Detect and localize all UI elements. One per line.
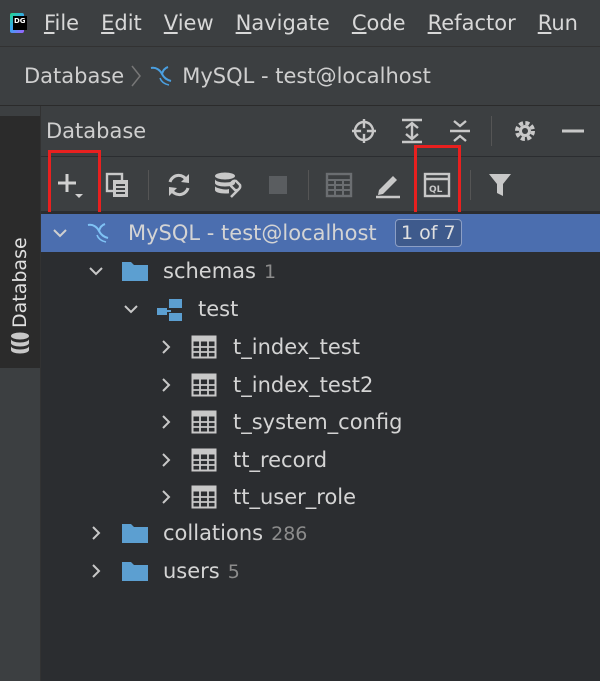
tool-window-header: Database xyxy=(41,106,600,156)
chevron-down-icon[interactable] xyxy=(124,302,138,316)
header-divider xyxy=(491,116,492,146)
tree-row-table[interactable]: t_index_test2 xyxy=(41,366,600,404)
tree-row-table[interactable]: t_system_config xyxy=(41,403,600,441)
tree-row-table[interactable]: tt_user_role xyxy=(41,478,600,516)
chevron-right-icon[interactable] xyxy=(159,377,173,392)
breadcrumb-current[interactable]: MySQL - test@localhost xyxy=(182,64,431,88)
refresh-icon xyxy=(168,173,190,197)
chevron-right-icon[interactable] xyxy=(89,526,103,540)
toolbar-separator xyxy=(148,170,149,200)
table-editor-button[interactable] xyxy=(322,168,356,202)
table-icon xyxy=(191,335,217,359)
menu-bar: DG File Edit View Navigate Code Refactor Run xyxy=(0,0,600,47)
tree-row-users[interactable]: users 5 xyxy=(41,552,600,590)
menu-item[interactable]: Refactor xyxy=(428,11,516,35)
chevron-down-icon[interactable] xyxy=(53,226,67,240)
chevron-down-icon[interactable] xyxy=(89,264,103,278)
collapse-all-icon[interactable] xyxy=(445,116,475,146)
breadcrumb: Database MySQL - test@localhost xyxy=(0,47,600,106)
breadcrumb-separator-icon xyxy=(131,65,142,87)
toolbar-separator xyxy=(308,170,309,200)
schema-test-label: test xyxy=(198,297,239,321)
tree-row-table[interactable]: tt_record xyxy=(41,441,600,479)
breadcrumb-root[interactable]: Database xyxy=(24,64,124,88)
table-icon xyxy=(191,410,217,434)
highlight-box-add xyxy=(48,150,101,217)
menu-item[interactable]: Run xyxy=(538,11,578,35)
table-label: t_index_test2 xyxy=(233,372,374,397)
tree-row-schema-test[interactable]: test xyxy=(41,290,600,328)
menu-item[interactable]: Code xyxy=(352,11,406,35)
menu-item[interactable]: View xyxy=(164,11,214,35)
table-icon xyxy=(191,448,217,471)
schema-properties-button[interactable] xyxy=(211,168,245,202)
mysql-dolphin-icon xyxy=(87,223,109,243)
table-label: t_index_test xyxy=(233,335,361,359)
chevron-right-icon[interactable] xyxy=(159,415,173,429)
database-tool-tab[interactable]: Database xyxy=(0,116,40,368)
menu-item[interactable]: Navigate xyxy=(236,11,330,35)
database-stack-icon xyxy=(11,332,29,354)
stop-icon xyxy=(269,176,287,194)
table-label: tt_record xyxy=(233,447,328,472)
gear-icon[interactable] xyxy=(510,116,540,146)
schema-icon xyxy=(157,299,182,321)
duplicate-button[interactable] xyxy=(101,168,135,202)
folder-icon xyxy=(122,562,148,581)
database-tab-label: Database xyxy=(9,237,31,328)
datasource-badge: 1 of 7 xyxy=(395,219,462,247)
edit-button[interactable] xyxy=(371,168,405,202)
mysql-dolphin-icon xyxy=(151,66,172,86)
database-tree: MySQL - test@localhost 1 of 7 schemas 1 t… xyxy=(41,212,600,681)
menu-item[interactable]: Edit xyxy=(101,11,142,35)
table-icon xyxy=(191,485,217,509)
left-tool-strip: Database xyxy=(0,106,41,681)
table-icon xyxy=(191,373,217,396)
locate-icon[interactable] xyxy=(349,116,379,146)
datagrip-logo-icon: DG xyxy=(10,13,27,33)
filter-button[interactable] xyxy=(483,168,517,202)
refresh-button[interactable] xyxy=(162,168,196,202)
menu-item[interactable]: File xyxy=(44,11,79,35)
chevron-right-icon[interactable] xyxy=(159,340,173,354)
table-label: t_system_config xyxy=(233,410,403,434)
folder-icon xyxy=(122,524,148,543)
tree-row-collations[interactable]: collations 286 xyxy=(41,514,600,552)
tree-row-table[interactable]: t_index_test xyxy=(41,328,600,366)
db-wrench-icon xyxy=(215,172,242,198)
chevron-right-icon[interactable] xyxy=(159,452,173,467)
tool-window-title: Database xyxy=(46,119,147,143)
collations-label: collations 286 xyxy=(163,521,308,545)
users-label: users 5 xyxy=(163,559,240,583)
pencil-icon xyxy=(376,176,400,199)
tree-row-datasource[interactable]: MySQL - test@localhost 1 of 7 xyxy=(41,214,600,252)
hide-icon[interactable] xyxy=(558,116,588,146)
schemas-label: schemas 1 xyxy=(163,259,277,283)
database-toolbar: QL xyxy=(41,145,600,217)
table-label: tt_user_role xyxy=(233,485,357,509)
filter-icon xyxy=(489,174,511,196)
tree-row-schemas[interactable]: schemas 1 xyxy=(41,252,600,290)
copy-icon xyxy=(105,172,128,197)
datasource-label: MySQL - test@localhost xyxy=(128,221,377,245)
chevron-right-icon[interactable] xyxy=(159,490,173,504)
stop-button[interactable] xyxy=(261,168,295,202)
toolbar-separator xyxy=(470,170,471,200)
highlight-box-console xyxy=(414,145,461,216)
table-grid-icon xyxy=(325,172,353,198)
chevron-right-icon[interactable] xyxy=(89,564,103,578)
expand-all-icon[interactable] xyxy=(397,116,427,146)
folder-icon xyxy=(122,262,148,281)
